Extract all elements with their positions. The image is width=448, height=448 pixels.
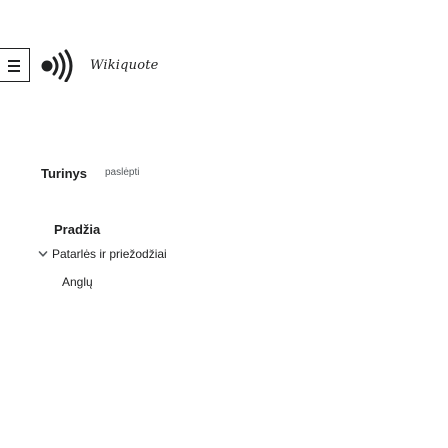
hamburger-menu-icon	[8, 60, 20, 62]
broadcast-sound-waves-icon[interactable]	[39, 48, 79, 83]
toc-toolbar: Turinys paslėpti	[0, 160, 448, 184]
chevron-svg	[38, 251, 48, 257]
wordmark-logo[interactable]: Wikiquote	[90, 54, 158, 78]
hamburger-menu-icon-bar	[8, 65, 20, 67]
menu-button[interactable]	[0, 48, 30, 82]
collapsible-label: Patarlės ir priežodžiai	[52, 247, 167, 261]
logo-svg	[41, 49, 73, 83]
chevron-down-icon	[38, 248, 48, 258]
hide-toc-link[interactable]: paslėpti	[105, 167, 139, 178]
section-heading-start[interactable]: Pradžia	[54, 222, 100, 237]
collapsible-proverbs[interactable]: Patarlės ir priežodžiai	[38, 247, 167, 261]
hamburger-menu-icon-bar	[8, 70, 20, 72]
toc-heading: Turinys	[41, 166, 87, 181]
header: Wikiquote	[0, 40, 448, 88]
page: Wikiquote Turinys paslėpti Pradžia Patar…	[0, 0, 448, 448]
language-link-english[interactable]: Anglų	[62, 275, 93, 289]
